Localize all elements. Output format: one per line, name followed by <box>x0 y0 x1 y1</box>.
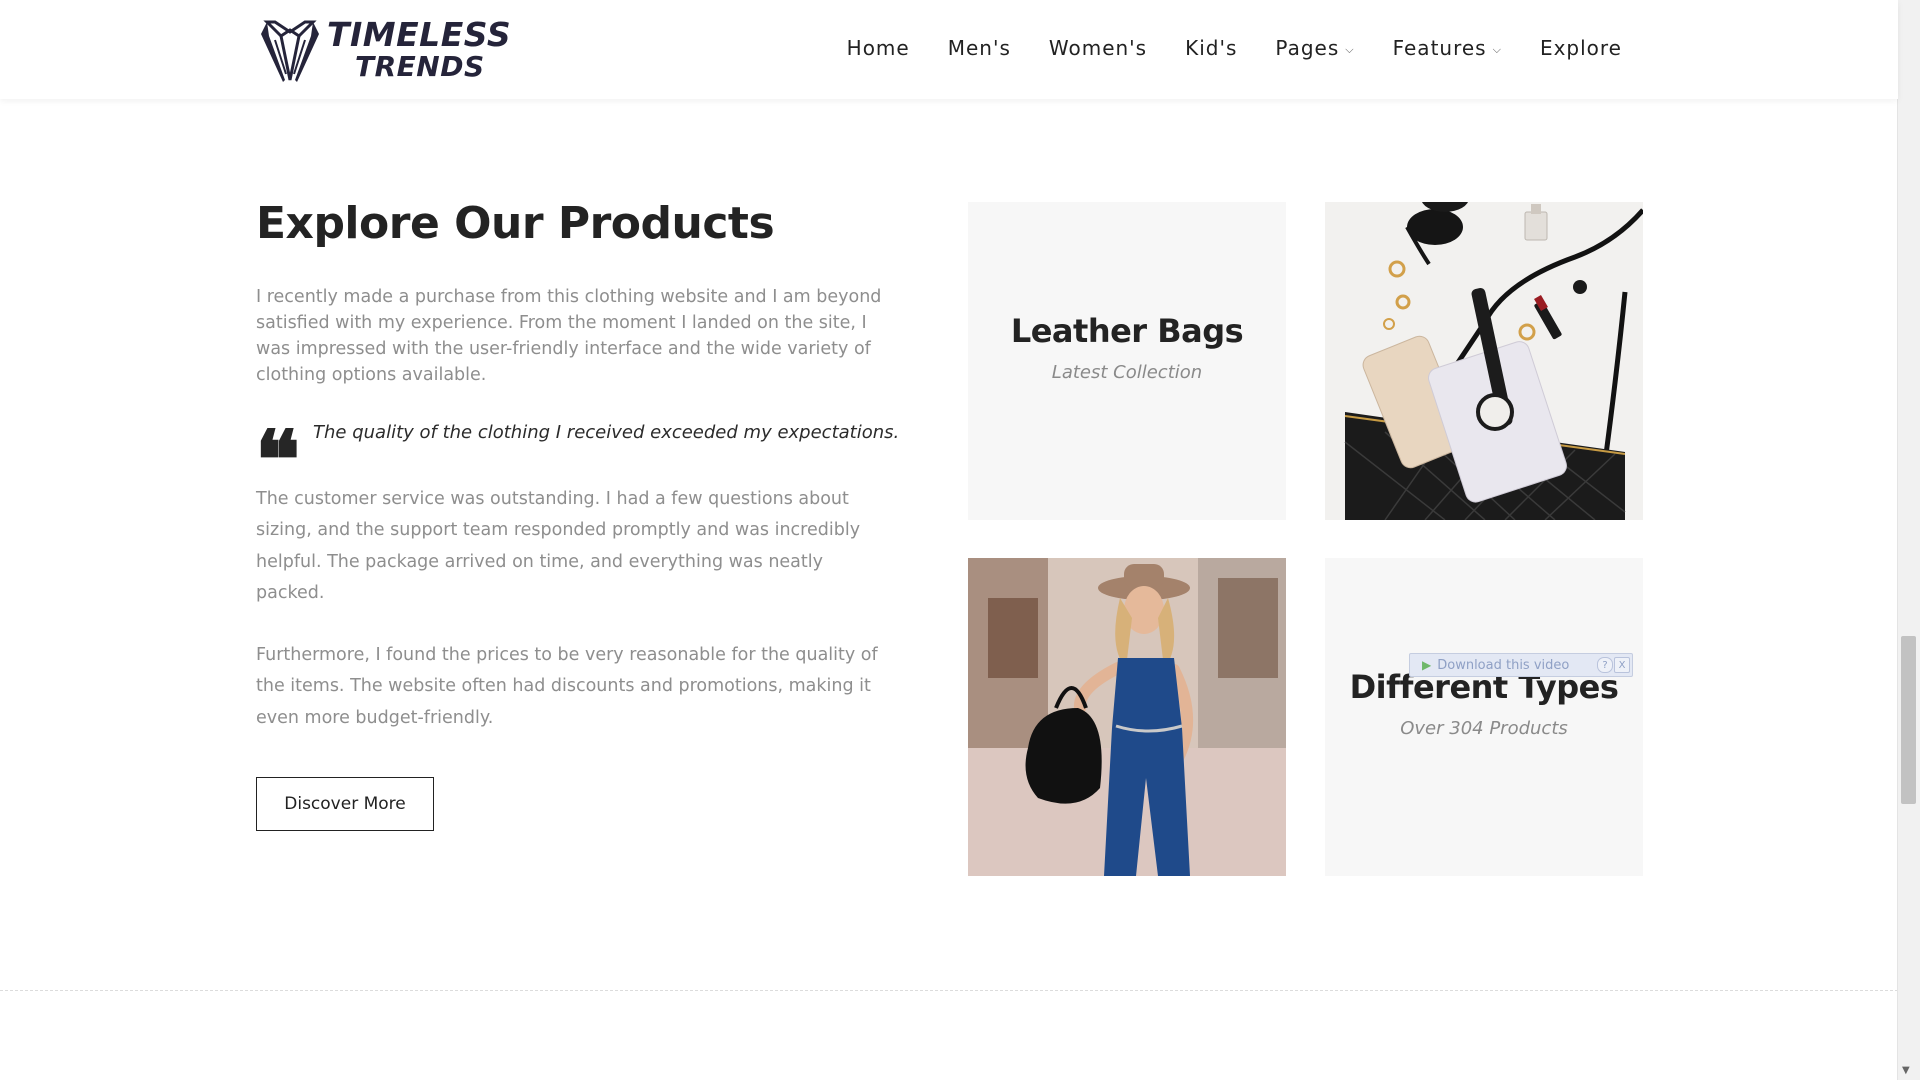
discover-more-button[interactable]: Discover More <box>256 777 434 831</box>
close-icon[interactable]: X <box>1614 657 1630 673</box>
section-title: Explore Our Products <box>256 198 775 249</box>
bag-accessories-photo <box>1325 202 1643 520</box>
nav-features-label: Features <box>1392 36 1487 60</box>
nav-womens[interactable]: Women's <box>1049 36 1147 60</box>
brand-wordmark: TIMELESS TRENDS <box>327 18 511 81</box>
download-video-label[interactable]: Download this video <box>1437 658 1569 673</box>
brand-line-2: TRENDS <box>355 50 485 83</box>
chevron-down-icon: ⌵ <box>1345 42 1355 56</box>
tile-title: Leather Bags <box>1010 312 1244 350</box>
main-nav: Home Men's Women's Kid's Pages ⌵ Features… <box>847 36 1622 60</box>
brand-logo[interactable]: TIMELESS TRENDS <box>259 14 511 86</box>
nav-features[interactable]: Features ⌵ <box>1393 36 1502 60</box>
review-paragraph-1: The customer service was outstanding. I … <box>256 489 861 603</box>
nav-mens[interactable]: Men's <box>948 36 1011 60</box>
review-paragraph-2: Furthermore, I found the prices to be ve… <box>256 645 878 728</box>
nav-explore-label: Explore <box>1539 36 1622 60</box>
site-header: TIMELESS TRENDS Home Men's Women's Kid's… <box>0 0 1898 99</box>
nav-pages[interactable]: Pages ⌵ <box>1275 36 1354 60</box>
nav-pages-label: Pages <box>1275 36 1340 60</box>
chevron-down-icon: ⌵ <box>1492 42 1502 56</box>
intro-paragraph: I recently made a purchase from this clo… <box>256 287 882 385</box>
woman-jumpsuit-image[interactable] <box>968 558 1286 876</box>
page-scrollbar[interactable]: ▼ <box>1897 0 1920 1080</box>
tile-subtitle: Over 304 Products <box>1400 718 1568 739</box>
nav-home[interactable]: Home <box>847 36 910 60</box>
leather-bags-tile[interactable]: Leather Bags Latest Collection <box>968 202 1286 520</box>
brand-line-1: TIMELESS <box>327 15 512 54</box>
tile-subtitle: Latest Collection <box>1051 362 1203 383</box>
bag-accessories-image[interactable] <box>1325 202 1643 520</box>
download-video-bar[interactable]: ▶ Download this video ? X <box>1409 653 1633 677</box>
play-icon: ▶ <box>1422 658 1432 672</box>
nav-kids-label: Kid's <box>1185 36 1238 60</box>
section-divider <box>0 990 1898 991</box>
nav-kids[interactable]: Kid's <box>1185 36 1237 60</box>
quote-text: The quality of the clothing I received e… <box>313 422 900 443</box>
nav-explore[interactable]: Explore <box>1540 36 1622 60</box>
woman-blue-jumpsuit-photo <box>968 558 1286 876</box>
scroll-down-arrow-icon[interactable]: ▼ <box>1902 1065 1910 1076</box>
nav-womens-label: Women's <box>1048 36 1148 60</box>
quote-icon: ❝ <box>255 428 301 480</box>
nav-home-label: Home <box>846 36 910 60</box>
different-types-tile[interactable]: Different Types Over 304 Products <box>1325 558 1643 876</box>
help-icon[interactable]: ? <box>1597 657 1613 673</box>
tuxedo-logo-icon <box>261 20 319 82</box>
nav-mens-label: Men's <box>947 36 1011 60</box>
scrollbar-thumb[interactable] <box>1901 636 1916 804</box>
